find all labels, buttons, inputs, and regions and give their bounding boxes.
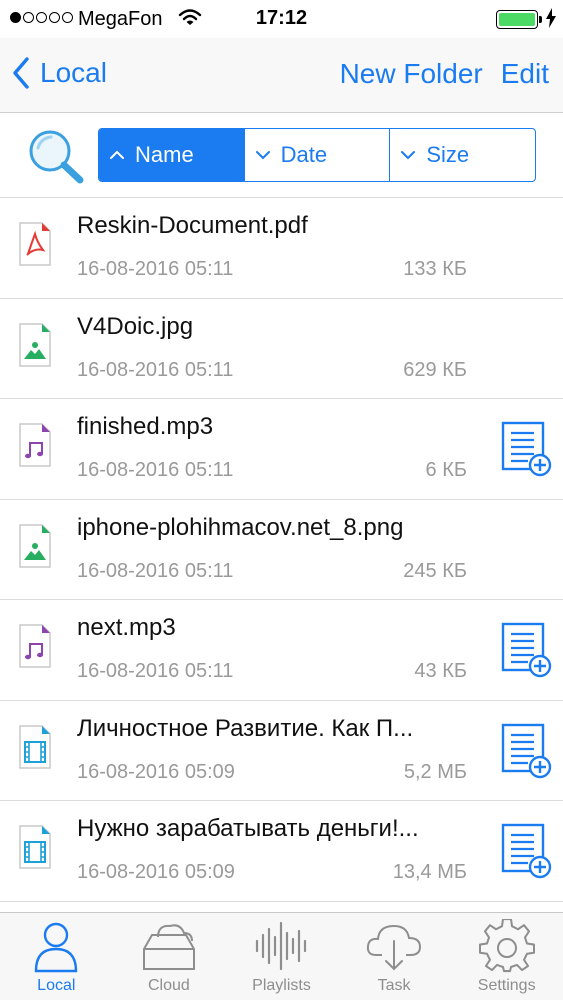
sort-name-label: Name xyxy=(135,142,194,167)
search-icon[interactable] xyxy=(26,128,86,189)
file-name: iphone-plohihmacov.net_8.png xyxy=(77,513,404,541)
sort-date-label: Date xyxy=(280,142,328,167)
file-size: 5,2 МБ xyxy=(403,760,467,783)
audio-file-icon xyxy=(18,624,52,673)
pdf-file-icon xyxy=(18,222,52,271)
file-date: 16-08-2016 05:09 xyxy=(77,861,235,883)
tab-label: Settings xyxy=(477,977,536,994)
back-button[interactable]: Local xyxy=(12,56,107,90)
chevron-down-icon xyxy=(401,151,416,160)
status-bar: MegaFon 17:12 xyxy=(0,0,563,38)
video-file-icon xyxy=(18,825,52,874)
tab-label: Task xyxy=(377,977,411,994)
file-name: finished.mp3 xyxy=(77,413,214,440)
file-date: 16-08-2016 05:11 xyxy=(77,660,234,682)
file-row[interactable]: Личностное Развитие. Как П... 16-08-2016… xyxy=(0,701,563,801)
battery-icon xyxy=(496,10,538,29)
file-row[interactable]: Reskin-Document.pdf 16-08-2016 05:11 133… xyxy=(0,198,563,299)
tab-bar: Local Cloud Playlists Task Settings xyxy=(0,912,563,1000)
add-to-playlist-icon[interactable] xyxy=(500,823,554,884)
sort-by-name-button[interactable]: Name xyxy=(99,129,245,181)
file-date: 16-08-2016 05:09 xyxy=(77,760,235,783)
file-size: 629 КБ xyxy=(403,358,467,381)
add-to-playlist-icon[interactable] xyxy=(500,622,554,683)
file-date: 16-08-2016 05:11 xyxy=(77,258,234,280)
file-row[interactable]: finished.mp3 16-08-2016 05:11 6 КБ xyxy=(0,399,563,500)
charging-bolt-icon xyxy=(545,8,557,34)
file-date: 16-08-2016 05:11 xyxy=(77,559,234,582)
file-date: 16-08-2016 05:11 xyxy=(77,459,234,481)
sort-segmented-control: Name Date Size xyxy=(98,128,536,182)
file-row[interactable]: V4Doic.jpg 16-08-2016 05:11 629 КБ xyxy=(0,299,563,399)
file-date: 16-08-2016 05:11 xyxy=(77,358,234,381)
file-size: 245 КБ xyxy=(403,559,467,582)
file-row[interactable]: next.mp3 16-08-2016 05:11 43 КБ xyxy=(0,600,563,701)
back-label: Local xyxy=(40,57,107,88)
sort-bar: Name Date Size xyxy=(0,114,563,198)
image-file-icon xyxy=(18,523,52,573)
tab-settings[interactable]: Settings xyxy=(450,913,563,1000)
tab-playlists[interactable]: Playlists xyxy=(225,913,338,1000)
file-row[interactable]: Нужно зарабатывать деньги!... 16-08-2016… xyxy=(0,801,563,902)
cloud-drive-icon xyxy=(142,924,195,970)
file-size: 13,4 МБ xyxy=(392,861,467,883)
navigation-bar: Local New Folder Edit xyxy=(0,38,563,113)
file-name: Нужно зарабатывать деньги!... xyxy=(77,815,419,842)
tab-task[interactable]: Task xyxy=(338,913,451,1000)
file-name: Reskin-Document.pdf xyxy=(77,212,308,239)
sort-by-size-button[interactable]: Size xyxy=(390,129,535,181)
tab-local[interactable]: Local xyxy=(0,913,113,1000)
chevron-up-icon xyxy=(110,150,124,159)
edit-button[interactable]: Edit xyxy=(501,58,549,90)
file-name: V4Doic.jpg xyxy=(77,312,194,340)
file-size: 6 КБ xyxy=(425,459,467,481)
chevron-down-icon xyxy=(255,151,270,160)
file-name: Личностное Развитие. Как П... xyxy=(77,714,414,742)
image-file-icon xyxy=(18,322,52,372)
video-file-icon xyxy=(18,724,52,774)
file-list: Reskin-Document.pdf 16-08-2016 05:11 133… xyxy=(0,198,563,902)
file-name: next.mp3 xyxy=(77,614,176,641)
waveform-icon xyxy=(256,921,307,971)
audio-file-icon xyxy=(18,423,52,472)
tab-label: Local xyxy=(37,977,76,994)
file-size: 43 КБ xyxy=(414,660,467,682)
add-to-playlist-icon[interactable] xyxy=(500,723,554,784)
file-size: 133 КБ xyxy=(403,258,467,280)
file-row[interactable]: iphone-plohihmacov.net_8.png 16-08-2016 … xyxy=(0,500,563,600)
new-folder-button[interactable]: New Folder xyxy=(340,58,483,90)
status-time: 17:12 xyxy=(255,7,308,29)
gear-icon xyxy=(478,919,535,973)
tab-label: Playlists xyxy=(252,977,311,994)
cloud-download-icon xyxy=(366,924,422,971)
add-to-playlist-icon[interactable] xyxy=(500,421,554,482)
sort-by-date-button[interactable]: Date xyxy=(245,129,391,181)
tab-cloud[interactable]: Cloud xyxy=(113,913,226,1000)
tab-label: Cloud xyxy=(147,977,190,994)
battery-tip xyxy=(539,16,542,23)
person-icon xyxy=(35,922,78,973)
chevron-left-icon xyxy=(13,57,29,89)
sort-size-label: Size xyxy=(426,142,470,167)
